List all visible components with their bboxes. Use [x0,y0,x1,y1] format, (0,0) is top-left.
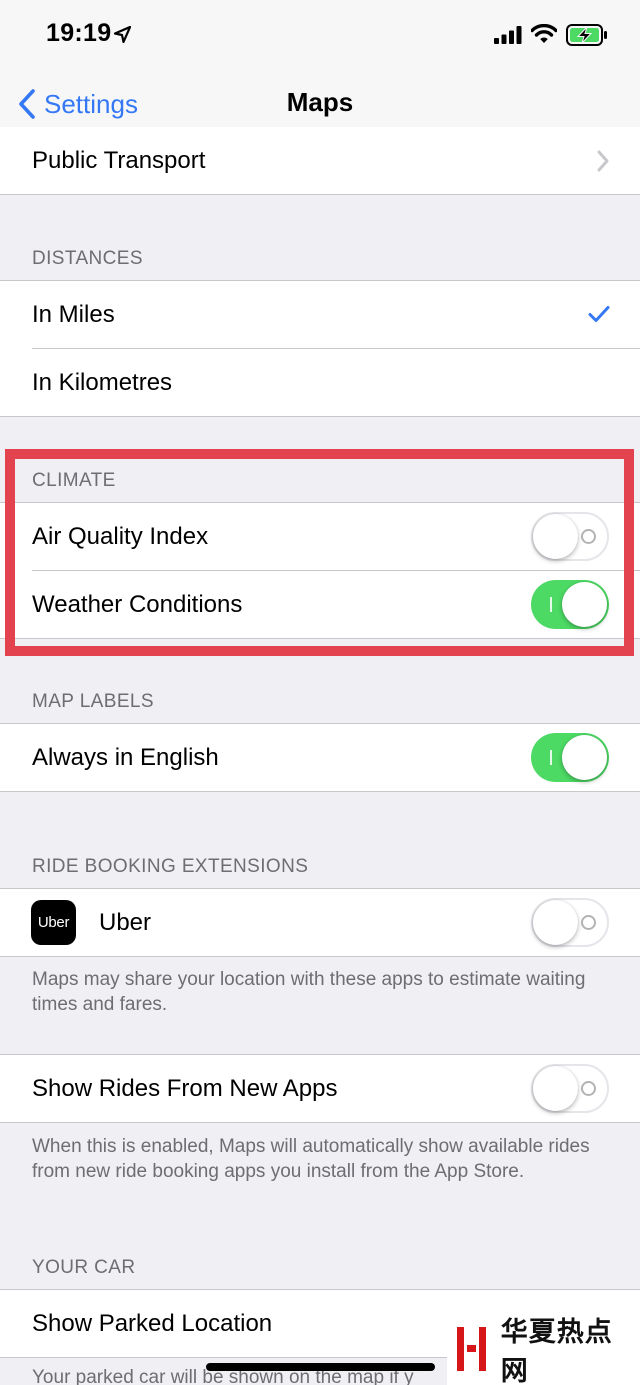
in-miles-label: In Miles [32,301,115,328]
section-header-distances: DISTANCES [32,248,143,269]
always-in-english-row: Always in English [0,724,640,792]
in-kilometres-row[interactable]: In Kilometres [0,349,640,417]
ride-share-note: Maps may share your location with these … [32,969,586,1015]
watermark-logo-icon [457,1325,491,1373]
separator [0,1122,640,1123]
status-time: 19:19 [46,19,112,47]
toggle-on-indicator [550,750,552,765]
checkmark-icon [588,306,610,322]
battery-charging-icon [566,24,607,46]
separator [0,956,640,957]
cellular-signal-icon [494,26,522,44]
in-miles-row[interactable]: In Miles [0,281,640,349]
public-transport-row[interactable]: Public Transport [0,127,640,195]
toggle-knob [562,735,607,780]
show-rides-from-new-apps-label: Show Rides From New Apps [32,1075,338,1102]
separator [0,194,640,195]
in-kilometres-label: In Kilometres [32,369,173,396]
show-parked-location-label: Show Parked Location [32,1310,273,1337]
show-rides-from-new-apps-toggle[interactable] [531,1064,609,1113]
new-apps-note: When this is enabled, Maps will automati… [32,1136,590,1182]
chevron-right-icon [597,150,609,172]
show-rides-from-new-apps-row: Show Rides From New Apps [0,1055,640,1123]
climate-highlight-box [5,449,634,656]
watermark: 华夏热点网 [447,1312,640,1385]
separator [0,416,640,417]
watermark-text: 华夏热点网 [500,1316,613,1385]
section-header-ride-booking-extensions: RIDE BOOKING EXTENSIONS [32,856,309,877]
toggle-off-indicator [581,1081,596,1096]
uber-row: Uber Uber [0,889,640,957]
wifi-icon [531,24,557,43]
public-transport-label: Public Transport [32,147,206,174]
status-bar: 19:19 [0,0,640,70]
toggle-knob [533,1066,578,1111]
section-header-map-labels: MAP LABELS [32,691,154,712]
uber-app-icon: Uber [31,900,76,945]
location-arrow-icon [114,26,131,43]
uber-label: Uber [99,909,152,936]
separator [0,791,640,792]
section-header-your-car: YOUR CAR [32,1257,136,1278]
uber-toggle[interactable] [531,898,609,947]
always-in-english-toggle[interactable] [531,733,609,782]
home-indicator [206,1363,435,1371]
always-in-english-label: Always in English [32,744,219,771]
toggle-knob [533,900,578,945]
page-title: Maps [286,87,354,117]
toggle-off-indicator [581,915,596,930]
